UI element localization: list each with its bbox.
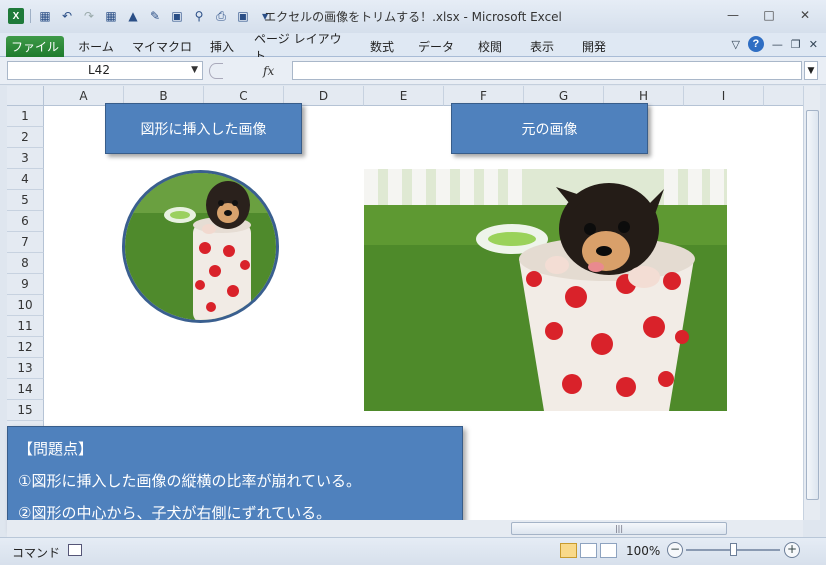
- row-header[interactable]: 1: [7, 106, 44, 127]
- zoom-slider-thumb[interactable]: [730, 543, 737, 556]
- page-break-view-button[interactable]: [600, 543, 617, 558]
- horizontal-scroll-thumb[interactable]: |||: [511, 522, 727, 535]
- zoom-level[interactable]: 100%: [626, 544, 660, 558]
- tab-file[interactable]: ファイル: [6, 36, 64, 57]
- tab-my-macro[interactable]: マイマクロ: [132, 36, 192, 57]
- minimize-ribbon-icon[interactable]: ▽: [731, 38, 739, 51]
- row-header[interactable]: 3: [7, 148, 44, 169]
- tab-home[interactable]: ホーム: [70, 36, 122, 57]
- formula-buttons: fx: [205, 61, 291, 80]
- column-header[interactable]: [764, 86, 803, 106]
- note-heading: 【問題点】: [18, 440, 94, 458]
- name-box-dropdown-icon[interactable]: ▼: [191, 62, 198, 79]
- ribbon-tabs: ファイル ホーム マイマクロ 挿入 ページ レイアウト 数式 データ 校閲 表示…: [0, 32, 826, 63]
- name-box-value: L42: [88, 63, 110, 77]
- row-header[interactable]: 14: [7, 379, 44, 400]
- page-layout-view-button[interactable]: [580, 543, 597, 558]
- sheet-tab-strip: [7, 520, 463, 537]
- normal-view-button[interactable]: [560, 543, 577, 558]
- tab-view[interactable]: 表示: [520, 36, 564, 57]
- formula-input[interactable]: [292, 61, 802, 80]
- original-picture[interactable]: [364, 169, 727, 411]
- window-title: エクセルの画像をトリムする！.xlsx - Microsoft Excel: [264, 10, 562, 24]
- label-original-image[interactable]: 元の画像: [451, 103, 648, 154]
- row-header[interactable]: 12: [7, 337, 44, 358]
- view-buttons: [560, 543, 617, 558]
- tab-developer[interactable]: 開発: [572, 36, 616, 57]
- tab-data[interactable]: データ: [412, 36, 460, 57]
- row-header[interactable]: 13: [7, 358, 44, 379]
- note-line-1: ①図形に挿入した画像の縦横の比率が崩れている。: [18, 472, 361, 490]
- puppy-original-image: [364, 169, 727, 411]
- minimize-icon[interactable]: —: [718, 6, 748, 24]
- puppy-circle-image: [125, 173, 276, 320]
- workbook-close-icon[interactable]: ✕: [809, 38, 818, 51]
- workbook-minimize-icon[interactable]: —: [772, 38, 783, 51]
- title-bar: X ▦ ↶ ↷ ▦ ▲ ✎ ▣ ⚲ ⎙ ▣ ▾ エクセルの画像をトリムする！.x…: [0, 0, 826, 33]
- close-icon[interactable]: ✕: [790, 6, 820, 24]
- help-icon[interactable]: ?: [747, 36, 764, 52]
- insert-function-button[interactable]: fx: [263, 64, 274, 78]
- status-bar: コマンド 100% − +: [0, 537, 826, 565]
- row-header[interactable]: 4: [7, 169, 44, 190]
- label-shape-inserted-image[interactable]: 図形に挿入した画像: [105, 103, 302, 154]
- row-header[interactable]: 5: [7, 190, 44, 211]
- tab-insert[interactable]: 挿入: [200, 36, 244, 57]
- name-box[interactable]: L42 ▼: [7, 61, 203, 80]
- window-controls: — □ ✕: [718, 6, 820, 24]
- problem-note-box[interactable]: 【問題点】 ①図形に挿入した画像の縦横の比率が崩れている。 ②図形の中心から、子…: [7, 426, 463, 530]
- row-header[interactable]: 15: [7, 400, 44, 421]
- row-header[interactable]: 11: [7, 316, 44, 337]
- status-mode: コマンド: [12, 546, 61, 560]
- zoom-out-icon[interactable]: −: [667, 542, 683, 558]
- select-all-button[interactable]: [7, 86, 44, 106]
- formula-bar: L42 ▼ fx ▼: [0, 57, 826, 85]
- vertical-scrollbar[interactable]: [803, 86, 820, 520]
- row-header[interactable]: 10: [7, 295, 44, 316]
- vertical-scroll-thumb[interactable]: [806, 110, 819, 500]
- tab-formulas[interactable]: 数式: [360, 36, 404, 57]
- tab-page-layout[interactable]: ページ レイアウト: [254, 32, 350, 63]
- formula-bar-handle-icon[interactable]: [209, 62, 223, 79]
- column-header[interactable]: E: [364, 86, 444, 106]
- macro-record-icon[interactable]: [68, 544, 82, 556]
- horizontal-scrollbar[interactable]: |||: [463, 520, 803, 537]
- column-header[interactable]: I: [684, 86, 764, 106]
- row-header[interactable]: 8: [7, 253, 44, 274]
- tab-review[interactable]: 校閲: [468, 36, 512, 57]
- workbook-restore-icon[interactable]: ❐: [791, 38, 801, 51]
- expand-formula-bar-icon[interactable]: ▼: [804, 61, 818, 80]
- row-header[interactable]: 7: [7, 232, 44, 253]
- maximize-icon[interactable]: □: [754, 6, 784, 24]
- row-header[interactable]: 2: [7, 127, 44, 148]
- row-header[interactable]: 6: [7, 211, 44, 232]
- zoom-in-icon[interactable]: +: [784, 542, 800, 558]
- circle-shape-picture[interactable]: [122, 170, 279, 323]
- row-header[interactable]: 9: [7, 274, 44, 295]
- ribbon-right-controls: ▽ ? — ❐ ✕: [731, 36, 818, 52]
